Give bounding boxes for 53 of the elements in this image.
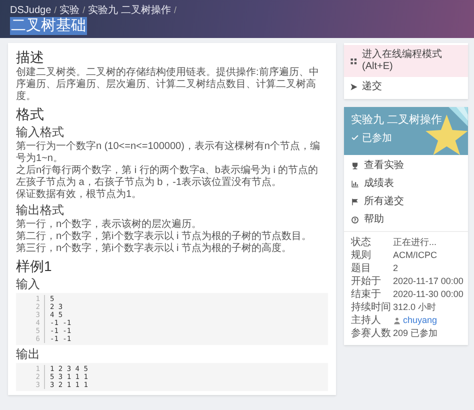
description-text: 第二行，n个数字，第i个数字表示以 i 节点为根的子树的节点数目。 xyxy=(16,231,313,242)
subsection-heading: 输入 xyxy=(16,277,41,292)
trophy-icon xyxy=(351,162,359,170)
sidebar-link[interactable]: 成绩表 xyxy=(344,175,468,193)
action-button[interactable]: 进入在线编程模式 (Alt+E) xyxy=(344,45,468,77)
section-heading: 样例1 xyxy=(16,258,53,275)
subsection-heading: 输入格式 xyxy=(16,125,65,140)
description-text: 创建二叉树类。二叉树的存储结构使用链表。提供操作:前序遍历、中序遍历、后序遍历、层次遍历、计算二叉树结点数目、计算二叉树高度。 xyxy=(16,67,320,103)
info-value: 正在进行... xyxy=(393,236,437,249)
breadcrumb-link[interactable]: 实验 xyxy=(60,3,80,17)
user-icon xyxy=(393,316,401,324)
sidebar-link[interactable]: 所有递交 xyxy=(344,193,468,211)
check-icon xyxy=(351,134,359,142)
info-label: 开始于 xyxy=(351,275,382,288)
breadcrumb-separator: / xyxy=(54,5,57,15)
info-label: 状态 xyxy=(351,236,372,249)
section-heading: 描述 xyxy=(16,49,45,66)
breadcrumb-link[interactable]: DSJudge xyxy=(10,4,52,16)
description-text: 保证数据有效，根节点为1。 xyxy=(16,189,143,201)
help-icon xyxy=(351,216,359,224)
info-label: 主持人 xyxy=(351,314,382,327)
info-label: 持续时间 xyxy=(351,301,392,314)
info-label: 规则 xyxy=(351,249,372,262)
info-label: 题目 xyxy=(351,262,372,275)
info-value: 2020-11-30 00:00 xyxy=(393,288,464,301)
description-text: 第一行为一个数字n (10<=n<=100000)，表示有这棵树有n个节点，编号为1~n。 xyxy=(16,141,321,164)
info-label: 参赛人数 xyxy=(351,327,392,340)
info-value: 2020-11-17 00:00 xyxy=(393,275,464,288)
description-text: 第三行，n个数字，第i个数字表示以 i 节点为根的子树的高度。 xyxy=(16,243,293,255)
breadcrumb-link[interactable]: 实验九 二叉树操作 xyxy=(88,3,171,17)
flag-icon xyxy=(351,198,359,206)
page-title: 二叉树基础 xyxy=(10,17,87,35)
info-value: 209 已参加 xyxy=(393,327,438,340)
code-icon xyxy=(350,57,358,65)
subsection-heading: 输出 xyxy=(16,347,41,362)
sidebar-link[interactable]: 查看实验 xyxy=(344,157,468,175)
action-button[interactable]: 递交 xyxy=(344,77,468,97)
send-icon xyxy=(350,83,358,91)
contest-title: 实验九 二叉树操作 xyxy=(351,113,444,127)
info-label: 结束于 xyxy=(351,288,382,301)
breadcrumb-separator: / xyxy=(82,5,86,15)
description-text: 之后n行每行两个数字，第 i 行的两个数字a、b表示编号为 i 的节点的左孩子节点为 a，右孩子节点为 b，-1表示该位置没有节点。 xyxy=(16,165,320,188)
user-link[interactable]: chuyang xyxy=(393,314,438,327)
description-text: 第一行，n个数字，表示该树的层次遍历。 xyxy=(16,219,203,230)
chart-icon xyxy=(351,180,359,188)
info-value: 2 xyxy=(393,262,398,275)
info-value: 312.0 小时 xyxy=(393,301,436,314)
section-heading: 格式 xyxy=(16,106,45,123)
sidebar-link[interactable]: 帮助 xyxy=(344,211,468,229)
subsection-heading: 输出格式 xyxy=(16,203,65,218)
status-text: 已参加 xyxy=(362,132,392,145)
breadcrumb-separator: / xyxy=(174,5,176,15)
info-value: ACM/ICPC xyxy=(393,249,438,262)
